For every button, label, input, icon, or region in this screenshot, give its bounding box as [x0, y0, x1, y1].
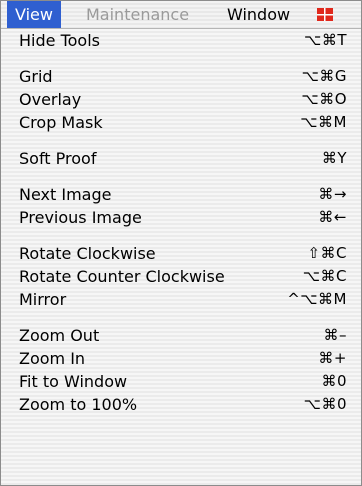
- menu-item-label: Zoom to 100%: [19, 395, 138, 414]
- menu-item-rotate-clockwise[interactable]: Rotate Clockwise ⇧⌘C: [1, 242, 361, 265]
- menu-item-label: Previous Image: [19, 208, 142, 227]
- menu-item-zoom-out[interactable]: Zoom Out ⌘–: [1, 324, 361, 347]
- menu-item-shortcut: ⌥⌘T: [304, 31, 347, 49]
- menu-item-shortcut: ⌘0: [321, 372, 347, 390]
- menu-item-shortcut: ⌥⌘G: [301, 67, 347, 85]
- menu-separator: [1, 52, 361, 65]
- menu-item-mirror[interactable]: Mirror ^⌥⌘M: [1, 288, 361, 311]
- menu-item-label: Crop Mask: [19, 113, 103, 132]
- menu-item-shortcut: ⌥⌘O: [301, 90, 347, 108]
- menu-item-zoom-to-100[interactable]: Zoom to 100% ⌥⌘0: [1, 393, 361, 416]
- menu-item-shortcut: ⇧⌘C: [307, 244, 347, 262]
- menu-item-grid[interactable]: Grid ⌥⌘G: [1, 65, 361, 88]
- menu-item-next-image[interactable]: Next Image ⌘→: [1, 183, 361, 206]
- menu-bar: View Maintenance Window: [1, 1, 361, 29]
- menu-item-shortcut: ⌥⌘M: [300, 113, 347, 131]
- menu-item-soft-proof[interactable]: Soft Proof ⌘Y: [1, 147, 361, 170]
- menu-item-label: Next Image: [19, 185, 112, 204]
- menu-item-label: Hide Tools: [19, 31, 100, 50]
- menu-item-label: Zoom In: [19, 349, 86, 368]
- menu-maintenance[interactable]: Maintenance: [86, 1, 189, 28]
- menu-item-shortcut: ⌥⌘C: [302, 267, 347, 285]
- menu-item-label: Zoom Out: [19, 326, 100, 345]
- menu-item-fit-to-window[interactable]: Fit to Window ⌘0: [1, 370, 361, 393]
- menu-item-previous-image[interactable]: Previous Image ⌘←: [1, 206, 361, 229]
- menu-item-rotate-counter-clockwise[interactable]: Rotate Counter Clockwise ⌥⌘C: [1, 265, 361, 288]
- menu-item-label: Rotate Clockwise: [19, 244, 156, 263]
- menu-item-label: Rotate Counter Clockwise: [19, 267, 225, 286]
- menu-item-shortcut: ⌘–: [323, 326, 347, 344]
- menu-item-shortcut: ⌘→: [318, 185, 347, 203]
- view-dropdown-menu: Hide Tools ⌥⌘T Grid ⌥⌘G Overlay ⌥⌘O Crop Mask ⌥…: [1, 29, 361, 416]
- menu-item-label: Grid: [19, 67, 53, 86]
- menu-item-overlay[interactable]: Overlay ⌥⌘O: [1, 88, 361, 111]
- menu-item-shortcut: ⌥⌘0: [303, 395, 347, 413]
- menu-item-label: Mirror: [19, 290, 67, 309]
- menu-item-crop-mask[interactable]: Crop Mask ⌥⌘M: [1, 111, 361, 134]
- menu-separator: [1, 311, 361, 324]
- menu-window[interactable]: Window: [227, 1, 290, 28]
- menu-item-shortcut: ⌘←: [318, 208, 347, 226]
- menu-item-label: Soft Proof: [19, 149, 97, 168]
- menu-separator: [1, 134, 361, 147]
- menu-item-zoom-in[interactable]: Zoom In ⌘+: [1, 347, 361, 370]
- flag-icon[interactable]: [317, 8, 333, 21]
- menu-item-shortcut: ⌘+: [318, 349, 347, 367]
- menu-item-shortcut: ^⌥⌘M: [287, 290, 347, 308]
- menu-window: View Maintenance Window Hide Tools ⌥⌘T Gri…: [0, 0, 362, 486]
- menu-view[interactable]: View: [7, 1, 61, 28]
- menu-item-shortcut: ⌘Y: [321, 149, 347, 167]
- menu-separator: [1, 170, 361, 183]
- menu-separator: [1, 229, 361, 242]
- menu-item-hide-tools[interactable]: Hide Tools ⌥⌘T: [1, 29, 361, 52]
- menu-item-label: Overlay: [19, 90, 82, 109]
- menu-item-label: Fit to Window: [19, 372, 128, 391]
